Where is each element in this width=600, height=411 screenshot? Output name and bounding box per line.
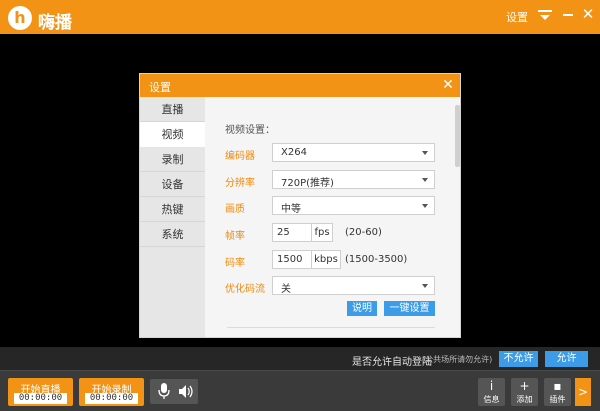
menu-triangle-shape — [540, 15, 550, 20]
dialog-title: 设置 — [149, 81, 171, 94]
explain-button[interactable]: 说明 — [347, 301, 377, 316]
titlebar-settings-button[interactable]: 设置 — [506, 9, 528, 25]
nav-item-system[interactable]: 系统 — [140, 222, 205, 247]
dialog-body: 视频设置： 编码器 X264 分辨率 720P(推荐) 画质 中等 帧率 25 … — [205, 97, 460, 337]
minimize-icon[interactable] — [561, 8, 575, 22]
start-record-button[interactable]: 开始录制 00:00:00 — [79, 378, 144, 406]
app-name: 嗨播 — [38, 13, 72, 33]
microphone-icon[interactable] — [158, 383, 170, 400]
bitrate-unit: kbps — [311, 250, 341, 269]
framerate-value: 25 — [277, 227, 290, 238]
quality-select[interactable]: 中等 — [272, 196, 435, 215]
quality-value: 中等 — [281, 204, 301, 215]
info-label: 信息 — [483, 395, 500, 404]
one-click-settings-button[interactable]: 一键设置 — [384, 301, 435, 316]
add-icon: + — [519, 379, 530, 393]
resolution-label: 分辨率 — [225, 178, 255, 189]
title-bar: h 嗨播 设置 ✕ — [0, 0, 600, 34]
bitrate-label: 码率 — [225, 258, 245, 269]
start-live-button[interactable]: 开始直播 00:00:00 — [8, 378, 73, 406]
optimize-value: 关 — [281, 284, 291, 295]
chevron-down-icon — [422, 178, 428, 182]
deny-button[interactable]: 不允许 — [499, 351, 538, 367]
auto-login-note: (公共场所请勿允许) — [422, 355, 493, 364]
scrollbar[interactable] — [455, 105, 460, 167]
bitrate-value: 1500 — [277, 254, 303, 265]
framerate-input[interactable]: 25 — [272, 223, 312, 242]
info-button[interactable]: i 信息 — [478, 378, 505, 406]
add-button[interactable]: + 添加 — [511, 378, 538, 406]
settings-dialog: 设置 ✕ 直播 视频 录制 设备 热键 系统 视频设置： 编码器 X264 分辨… — [139, 73, 461, 338]
quality-label: 画质 — [225, 204, 245, 215]
chevron-down-icon — [422, 151, 428, 155]
framerate-unit: fps — [311, 223, 333, 242]
dialog-header: 设置 ✕ — [140, 74, 460, 97]
bitrate-unit-text: kbps — [314, 254, 338, 265]
menu-bar-shape — [538, 10, 552, 12]
speaker-icon[interactable] — [178, 383, 194, 400]
record-timer: 00:00:00 — [85, 393, 138, 404]
bitrate-input[interactable]: 1500 — [272, 250, 312, 269]
info-icon: i — [489, 379, 494, 393]
encoder-value: X264 — [281, 147, 307, 158]
framerate-range: (20-60) — [345, 227, 382, 238]
plugin-icon: ▪ — [553, 379, 562, 393]
nav-item-video[interactable]: 视频 — [140, 122, 205, 147]
optimize-select[interactable]: 关 — [272, 276, 435, 295]
section-title: 视频设置： — [225, 125, 275, 136]
plugin-label: 插件 — [549, 395, 566, 404]
chevron-down-icon — [422, 284, 428, 288]
nav-item-device[interactable]: 设备 — [140, 172, 205, 197]
framerate-unit-text: fps — [314, 227, 330, 238]
dialog-close-icon[interactable]: ✕ — [440, 76, 456, 94]
resolution-select[interactable]: 720P(推荐) — [272, 170, 435, 189]
allow-button[interactable]: 允许 — [545, 351, 588, 367]
chevron-down-icon — [422, 204, 428, 208]
nav-item-live[interactable]: 直播 — [140, 97, 205, 122]
resolution-value: 720P(推荐) — [281, 178, 334, 189]
add-label: 添加 — [516, 395, 533, 404]
live-timer: 00:00:00 — [14, 393, 67, 404]
nav-item-hotkey[interactable]: 热键 — [140, 197, 205, 222]
close-icon[interactable]: ✕ — [581, 6, 595, 22]
dropdown-menu-icon[interactable] — [538, 7, 552, 23]
encoder-label: 编码器 — [225, 151, 255, 162]
encoder-select[interactable]: X264 — [272, 143, 435, 162]
auto-login-bar: 是否允许自动登陆 (公共场所请勿允许) 不允许 允许 — [0, 347, 600, 370]
optimize-label: 优化码流 — [225, 284, 265, 295]
auto-login-question: 是否允许自动登陆 — [352, 357, 432, 368]
dialog-nav: 直播 视频 录制 设备 热键 系统 — [140, 97, 205, 337]
plugin-button[interactable]: ▪ 插件 — [544, 378, 571, 406]
framerate-label: 帧率 — [225, 231, 245, 242]
bitrate-range: (1500-3500) — [345, 254, 408, 265]
app-logo-icon: h — [8, 6, 32, 30]
nav-item-record[interactable]: 录制 — [140, 147, 205, 172]
divider — [227, 327, 435, 328]
expand-panel-button[interactable]: > — [575, 378, 591, 406]
